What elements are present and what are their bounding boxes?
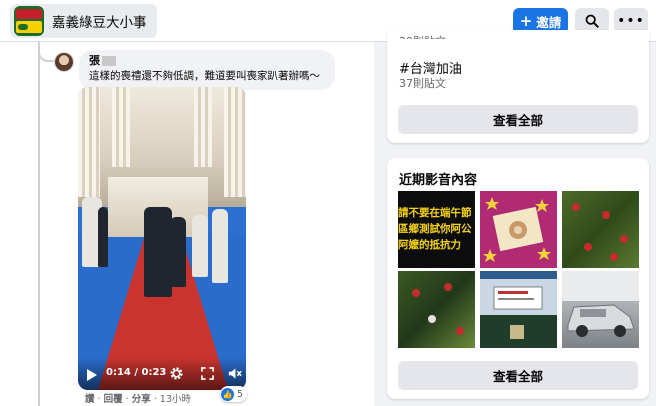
avatar[interactable] [54,52,74,72]
reply-action[interactable]: 回覆 [104,394,123,405]
comment-thread: 張 這樣的喪禮還不夠低調，難道要叫喪家趴著辦嗎～ 0:14 / 0:23 讚 ·… [0,42,374,406]
comment-bubble: 張 這樣的喪禮還不夠低調，難道要叫喪家趴著辦嗎～ [79,50,335,90]
like-action[interactable]: 讚 [85,394,95,405]
thumbnail-caption: 區鄉測試你阿公 [398,223,472,235]
media-thumbnail[interactable] [562,191,639,268]
group-name: 嘉義綠豆大小事 [52,15,147,31]
thumbnail-caption: 阿嬤的抵抗力 [398,239,461,251]
settings-button[interactable] [168,365,184,381]
gear-icon [169,366,183,380]
video-time: 0:14 / 0:23 [106,367,167,378]
previous-posts-count: 39則貼文 [399,33,446,39]
screenshot-preview-icon [480,271,557,348]
search-icon [585,14,599,28]
see-all-media-button[interactable]: 查看全部 [398,361,638,390]
thread-connector [38,48,54,62]
speaker-muted-icon [228,367,242,379]
invite-label: 邀請 [536,14,562,30]
card-title: 近期影音內容 [399,173,478,188]
star-pattern-icon [483,197,551,262]
fullscreen-icon [200,366,214,380]
comment-video[interactable]: 0:14 / 0:23 [78,87,246,390]
share-action[interactable]: 分享 [132,394,151,405]
recent-media-card: 近期影音內容 請不要在端午節 區鄉測試你阿公 阿嬤的抵抗力 查看全部 [387,158,649,399]
car-icon [562,271,639,337]
more-icon: ••• [617,13,645,29]
comment-time[interactable]: 13小時 [160,394,191,405]
hashtag-card: 39則貼文 #台灣加油 37則貼文 查看全部 [387,30,649,143]
media-thumbnail[interactable] [480,191,557,268]
comment-actions: 讚 · 回覆 · 分享 · 13小時 [85,394,191,405]
thumbs-up-icon: 👍 [221,387,234,401]
author-name-redaction [102,56,116,66]
see-all-button[interactable]: 查看全部 [398,105,638,134]
media-thumbnail[interactable]: 請不要在端午節 區鄉測試你阿公 阿嬤的抵抗力 [398,191,475,268]
group-chip[interactable]: 嘉義綠豆大小事 [10,4,157,38]
media-thumbnail[interactable] [562,271,639,348]
fullscreen-button[interactable] [199,365,215,381]
group-logo [14,6,44,36]
plus-icon: + [519,12,533,30]
comment-author[interactable]: 張 [89,54,100,68]
hashtag-posts-count: 37則貼文 [399,77,446,90]
media-thumbnail[interactable] [480,271,557,348]
comment-text: 這樣的喪禮還不夠低調，難道要叫喪家趴著辦嗎～ [89,70,320,82]
media-thumbnail[interactable] [398,271,475,348]
mute-button[interactable] [226,365,242,381]
thread-line [38,42,40,406]
reaction-number: 5 [237,388,244,400]
play-icon[interactable] [87,369,97,381]
thumbnail-caption: 請不要在端午節 [398,207,472,219]
reaction-count[interactable]: 👍 5 [220,386,248,402]
